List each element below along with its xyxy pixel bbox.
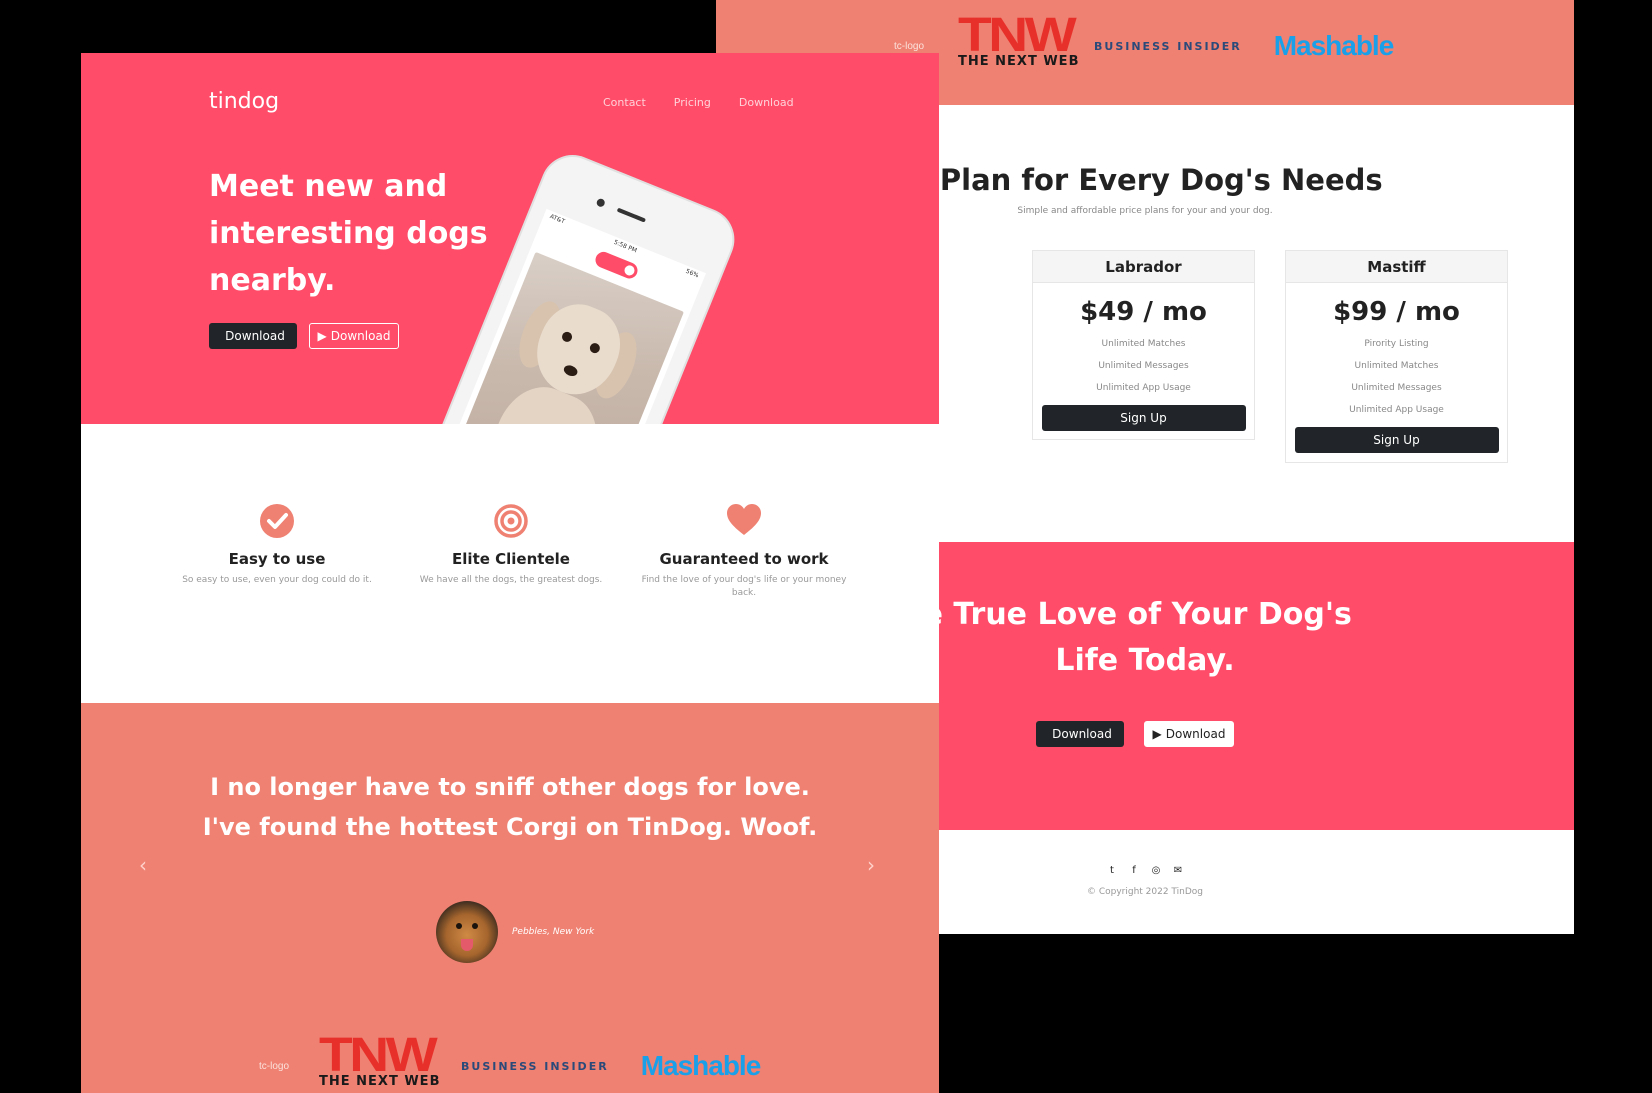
avatar bbox=[436, 901, 498, 963]
plan-name: Mastiff bbox=[1286, 251, 1507, 283]
press-logos: tc-logo TNW THE NEXT WEB BUSINESS INSIDE… bbox=[894, 9, 1395, 74]
feature-elite: Elite Clientele We have all the dogs, th… bbox=[401, 504, 621, 587]
plan-feature: Pirority Listing bbox=[1364, 339, 1429, 349]
plan-feature: Unlimited Messages bbox=[1098, 361, 1189, 371]
play-icon: ▶ bbox=[1152, 727, 1162, 741]
feature-text: Find the love of your dog's life or your… bbox=[641, 575, 847, 598]
plan-feature: Unlimited Messages bbox=[1351, 383, 1442, 393]
feature-title: Elite Clientele bbox=[452, 550, 570, 568]
front-page: tindog Contact Pricing Download Meet new… bbox=[81, 53, 939, 1093]
business-insider-logo: BUSINESS INSIDER bbox=[461, 1059, 609, 1073]
hero-section: tindog Contact Pricing Download Meet new… bbox=[81, 53, 939, 424]
mashable-logo: Mashable bbox=[640, 1050, 762, 1081]
nav-pricing[interactable]: Pricing bbox=[674, 96, 711, 109]
testimonial-section: ‹ › I no longer have to sniff other dogs… bbox=[81, 703, 939, 1093]
pricing-card-mastiff: Mastiff $99 / mo Pirority Listing Unlimi… bbox=[1285, 250, 1508, 463]
testimonial-quote: I no longer have to sniff other dogs for… bbox=[202, 773, 818, 841]
tnw-logo: TNW THE NEXT WEB bbox=[958, 9, 1080, 70]
phone-speaker bbox=[616, 207, 647, 223]
brand-logo[interactable]: tindog bbox=[209, 89, 279, 114]
business-insider-logo: BUSINESS INSIDER bbox=[1094, 39, 1242, 53]
feature-title: Easy to use bbox=[228, 550, 326, 568]
hero-play-download-button[interactable]: ▶ Download bbox=[309, 323, 399, 349]
signup-button-labrador[interactable]: Sign Up bbox=[1041, 405, 1246, 431]
plan-price: $49 / mo bbox=[1080, 297, 1207, 327]
screenshot-stage: tc-logo TNW THE NEXT WEB BUSINESS INSIDE… bbox=[0, 0, 1652, 1093]
carousel-prev-icon[interactable]: ‹ bbox=[139, 853, 147, 877]
feature-text: So easy to use, even your dog could do i… bbox=[182, 575, 372, 585]
plan-price: $99 / mo bbox=[1333, 297, 1460, 327]
top-nav: Contact Pricing Download bbox=[603, 96, 794, 109]
tc-logo: tc-logo bbox=[894, 40, 925, 52]
hero-title: Meet new and interesting dogs nearby. bbox=[209, 169, 488, 298]
tc-logo: tc-logo bbox=[259, 1060, 290, 1072]
facebook-icon[interactable]: f bbox=[1129, 865, 1139, 876]
feature-title: Guaranteed to work bbox=[659, 550, 829, 568]
plan-feature: Unlimited App Usage bbox=[1349, 405, 1444, 415]
features-section: Easy to use So easy to use, even your do… bbox=[81, 424, 939, 706]
cta-apple-download-button[interactable]: Download bbox=[1036, 721, 1124, 747]
mashable-logo: Mashable bbox=[1273, 30, 1395, 61]
feature-guaranteed: Guaranteed to work Find the love of your… bbox=[634, 504, 854, 600]
press-logos: tc-logo TNW THE NEXT WEB BUSINESS INSIDE… bbox=[259, 1029, 762, 1093]
feature-text: We have all the dogs, the greatest dogs. bbox=[419, 575, 603, 585]
play-icon: ▶ bbox=[317, 329, 327, 343]
testimonial-author: Pebbles, New York bbox=[512, 927, 595, 937]
instagram-icon[interactable]: ◎ bbox=[1151, 865, 1161, 876]
hero-apple-download-button[interactable]: Download bbox=[209, 323, 297, 349]
bullseye-icon bbox=[494, 504, 528, 538]
signup-button-mastiff[interactable]: Sign Up bbox=[1294, 427, 1499, 453]
check-circle-icon bbox=[260, 504, 294, 538]
heart-icon bbox=[727, 504, 761, 535]
phone-camera bbox=[595, 197, 606, 208]
nav-contact[interactable]: Contact bbox=[603, 96, 646, 109]
cta-play-download-button[interactable]: ▶ Download bbox=[1144, 721, 1234, 747]
plan-feature: Unlimited App Usage bbox=[1096, 383, 1191, 393]
carousel-next-icon[interactable]: › bbox=[867, 853, 875, 877]
envelope-icon[interactable]: ✉ bbox=[1173, 865, 1183, 876]
twitter-icon[interactable]: t bbox=[1107, 865, 1117, 876]
plan-name: Labrador bbox=[1033, 251, 1254, 283]
pricing-card-labrador: Labrador $49 / mo Unlimited Matches Unli… bbox=[1032, 250, 1255, 440]
tnw-logo: TNW THE NEXT WEB bbox=[319, 1029, 441, 1090]
feature-easy: Easy to use So easy to use, even your do… bbox=[167, 504, 387, 587]
plan-feature: Unlimited Matches bbox=[1101, 339, 1186, 349]
nav-download[interactable]: Download bbox=[739, 96, 794, 109]
plan-feature: Unlimited Matches bbox=[1354, 361, 1439, 371]
